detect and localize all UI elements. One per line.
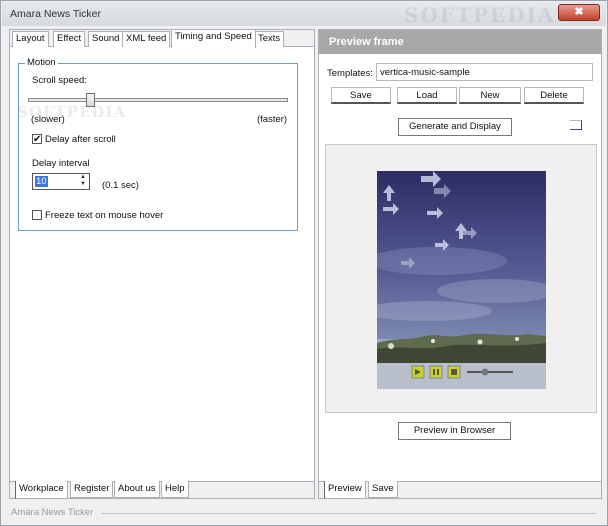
templates-label: Templates: — [327, 68, 373, 79]
tab-xml-feed[interactable]: XML feed — [122, 31, 171, 47]
settings-tabs: Layout Effect Sound XML feed Timing and … — [10, 29, 314, 48]
faster-label: (faster) — [257, 114, 288, 125]
motion-group — [18, 63, 298, 231]
settings-panel: Layout Effect Sound XML feed Timing and … — [9, 29, 315, 499]
restore-icon[interactable] — [570, 120, 582, 130]
delay-after-scroll-label: Delay after scroll — [45, 134, 116, 145]
tab-help[interactable]: Help — [161, 481, 189, 498]
freeze-on-hover-label: Freeze text on mouse hover — [45, 210, 164, 221]
save-template-button[interactable]: Save — [331, 87, 391, 104]
preview-header: Preview frame — [319, 30, 601, 54]
tab-timing-and-speed[interactable]: Timing and Speed — [171, 29, 256, 48]
delay-interval-spinner[interactable]: 10 ▲ ▼ — [32, 173, 90, 190]
watermark: SOFTPEDIA — [404, 3, 556, 27]
freeze-on-hover-checkbox[interactable] — [32, 210, 42, 220]
left-bottom-tabs: Workplace Register About us Help — [10, 481, 314, 499]
preview-frame — [325, 144, 597, 413]
delay-interval-label: Delay interval — [32, 158, 90, 169]
delete-template-button[interactable]: Delete — [524, 87, 584, 104]
title-bar: Amara News Ticker SOFTPEDIA ✖ — [2, 2, 606, 27]
tab-sound[interactable]: Sound — [88, 31, 124, 47]
load-template-button[interactable]: Load — [397, 87, 457, 104]
scroll-speed-label: Scroll speed: — [32, 75, 87, 86]
window-title: Amara News Ticker — [10, 8, 102, 20]
delay-unit-label: (0.1 sec) — [102, 180, 139, 191]
tab-workplace[interactable]: Workplace — [15, 481, 68, 499]
status-bar-text: Amara News Ticker — [11, 507, 94, 518]
spin-up-icon[interactable]: ▲ — [78, 174, 88, 181]
preview-panel: Preview frame Templates: vertica-music-s… — [318, 29, 602, 499]
new-template-button[interactable]: New — [459, 87, 521, 104]
slower-label: (slower) — [31, 114, 65, 125]
app-window: Amara News Ticker SOFTPEDIA ✖ Layout Eff… — [0, 0, 608, 526]
delay-interval-value[interactable]: 10 — [35, 176, 48, 187]
tab-layout[interactable]: Layout — [12, 31, 49, 47]
tab-about-us[interactable]: About us — [114, 481, 160, 498]
delay-after-scroll-checkbox[interactable]: ✔ — [32, 134, 42, 145]
tab-register[interactable]: Register — [70, 481, 114, 498]
spin-down-icon[interactable]: ▼ — [78, 181, 88, 188]
close-button[interactable]: ✖ — [558, 4, 600, 21]
tab-preview[interactable]: Preview — [324, 481, 366, 499]
right-bottom-tabs: Preview Save — [319, 481, 601, 499]
preview-in-browser-button[interactable]: Preview in Browser — [398, 422, 511, 440]
generate-and-display-button[interactable]: Generate and Display — [398, 118, 512, 136]
status-bar-divider — [101, 513, 596, 514]
motion-group-label: Motion — [25, 57, 58, 68]
template-select[interactable]: vertica-music-sample — [376, 63, 593, 81]
tab-texts[interactable]: Texts — [254, 31, 285, 47]
scroll-speed-track[interactable] — [28, 98, 288, 102]
tab-save[interactable]: Save — [368, 481, 398, 498]
ticker-preview-image — [377, 171, 546, 389]
tab-effect[interactable]: Effect — [53, 31, 86, 47]
